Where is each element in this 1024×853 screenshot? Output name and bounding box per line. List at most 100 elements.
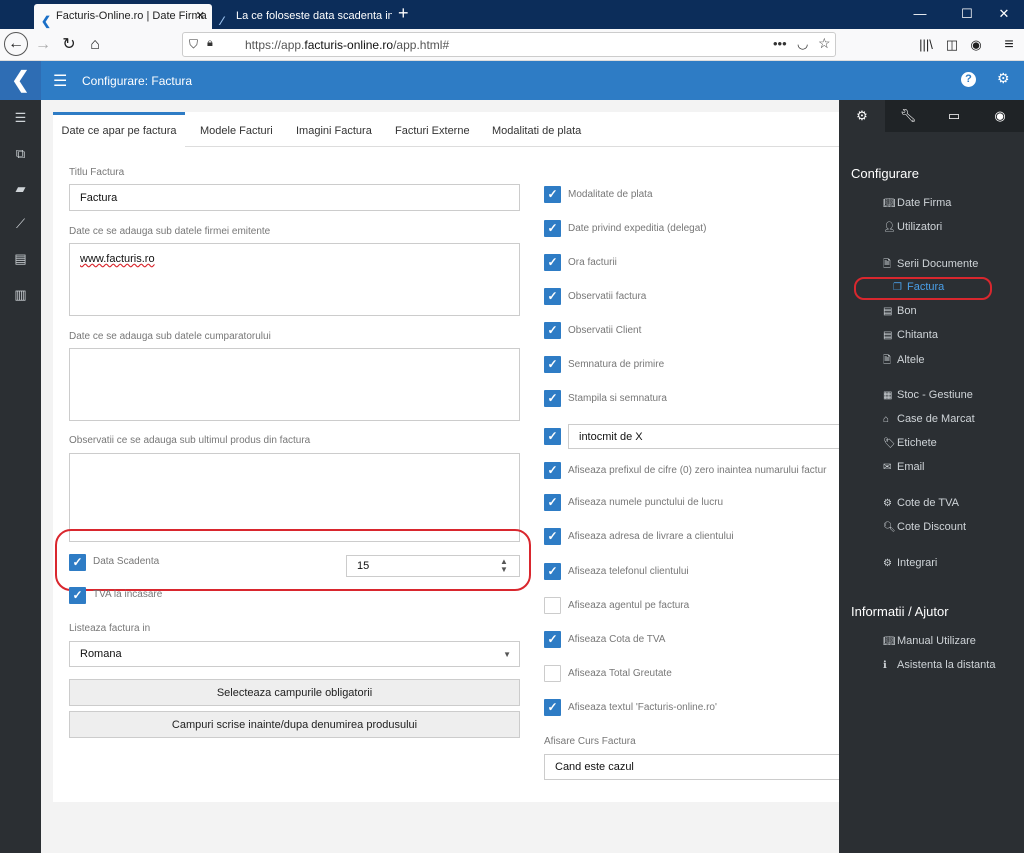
config-menu-item[interactable]: 🏷︎Etichete <box>883 437 937 449</box>
url-bar[interactable]: ⛉ 🔒︎ https://app.facturis-online.ro/app.… <box>182 32 836 57</box>
option-checkbox[interactable]: ✓ <box>544 186 561 203</box>
close-tab-icon[interactable]: ✕ <box>196 4 205 28</box>
titlu-input[interactable]: Factura <box>69 184 520 211</box>
settings-cogs-icon[interactable]: ⚙ <box>997 70 1010 87</box>
selecteaza-campuri-button[interactable]: Selecteaza campurile obligatorii <box>69 679 520 706</box>
option-checkbox[interactable]: ✓ <box>544 390 561 407</box>
config-menu-item[interactable]: ✉︎ Email <box>883 461 925 473</box>
help-menu-label: Manual Utilizare <box>897 635 976 647</box>
config-settings-tab-icon[interactable]: ⚙ <box>839 100 885 132</box>
folder-icon[interactable]: ▰ <box>0 181 41 197</box>
more-actions-icon[interactable]: ••• <box>773 36 787 51</box>
tab-imagini-factura[interactable]: Imagini Factura <box>296 112 372 147</box>
line-chart-icon[interactable]: ⟋ <box>0 216 41 232</box>
config-menu-item[interactable]: ⚙ Cote de TVA <box>883 497 959 509</box>
tab-facturi-externe[interactable]: Facturi Externe <box>395 112 470 147</box>
config-user-tab-icon[interactable]: ◉ <box>977 100 1023 132</box>
menu-icon[interactable]: ≡ <box>997 33 1021 57</box>
option-checkbox[interactable]: ✓ <box>544 563 561 580</box>
config-menu-label: Utilizatori <box>897 221 943 233</box>
option-label: Afiseaza prefixul de cifre (0) zero inai… <box>568 465 827 476</box>
lock-icon[interactable]: 🔒︎ <box>207 37 213 50</box>
user-icon: 👤︎ <box>883 222 896 233</box>
tab-date-factura[interactable]: Date ce apar pe factura <box>53 112 185 147</box>
config-menu-item[interactable]: ▦ Stoc - Gestiune <box>883 389 973 401</box>
tab-modele-facturi[interactable]: Modele Facturi <box>200 112 273 147</box>
option-checkbox[interactable]: ✓ <box>544 528 561 545</box>
option-checkbox[interactable]: ✓ <box>544 462 561 479</box>
config-menu-item[interactable]: 📖︎Date Firma <box>883 197 951 209</box>
config-menu-item[interactable]: ▤ Chitanta <box>883 329 938 341</box>
option-checkbox[interactable]: ✓ <box>544 494 561 511</box>
tab-modalitati-plata[interactable]: Modalitati de plata <box>492 112 581 147</box>
option-checkbox[interactable]: ✓ <box>544 220 561 237</box>
config-menu-item[interactable]: ⌂ Case de Marcat <box>883 413 975 425</box>
option-checkbox[interactable]: ✓ <box>544 428 561 445</box>
option-label: Ora facturii <box>568 257 617 268</box>
option-checkbox[interactable] <box>544 665 561 682</box>
config-menu-item[interactable]: ▤ Bon <box>883 305 917 317</box>
listeaza-label: Listeaza factura in <box>69 623 151 634</box>
option-checkbox[interactable]: ✓ <box>544 631 561 648</box>
config-menu-item[interactable]: 🗎︎ Serii Documente <box>883 257 978 274</box>
option-checkbox[interactable]: ✓ <box>544 356 561 373</box>
help-icon[interactable]: ? <box>961 72 976 87</box>
listeaza-select[interactable]: Romana ▼ <box>69 641 520 667</box>
file-icon[interactable]: ▤ <box>0 251 41 267</box>
hamburger-icon[interactable]: ☰ <box>53 71 67 91</box>
config-menu-label: Email <box>897 461 925 473</box>
tab-title: Facturis-Online.ro | Date Firma <box>56 10 207 22</box>
data-scadenta-checkbox[interactable]: ✓ <box>69 554 86 571</box>
config-menu-item[interactable]: 🗎︎ Altele <box>883 353 925 370</box>
tva-incasare-checkbox[interactable]: ✓ <box>69 587 86 604</box>
help-menu-item[interactable]: 📖︎Manual Utilizare <box>883 635 976 647</box>
config-menu-item[interactable]: 👤︎Utilizatori <box>883 221 942 233</box>
home-icon[interactable]: ⌂ <box>83 33 107 57</box>
option-label: Semnatura de primire <box>568 359 665 370</box>
new-tab-icon[interactable]: + <box>398 3 409 24</box>
facturis-logo-icon[interactable]: ❮ <box>0 61 41 100</box>
config-wrench-tab-icon[interactable]: 🔧︎ <box>885 100 931 132</box>
config-monitor-tab-icon[interactable]: ▭ <box>931 100 977 132</box>
option-label: Afiseaza Total Greutate <box>568 668 672 679</box>
browser-tab[interactable]: ⁄ La ce foloseste data scadenta in <box>214 4 392 29</box>
forward-icon[interactable]: → <box>31 33 55 57</box>
intocmit-input[interactable]: intocmit de X <box>568 424 839 449</box>
config-menu-item[interactable]: ⚙ Integrari <box>883 557 937 569</box>
help-menu-item[interactable]: ℹ︎ Asistenta la distanta <box>883 659 995 671</box>
option-checkbox[interactable]: ✓ <box>544 254 561 271</box>
campuri-produs-button[interactable]: Campuri scrise inainte/dupa denumirea pr… <box>69 711 520 738</box>
bar-chart-icon[interactable]: ▥ <box>0 287 41 303</box>
option-label: Afiseaza telefonul clientului <box>568 566 689 577</box>
bookmark-star-icon[interactable]: ☆ <box>818 35 831 52</box>
firma-textarea[interactable]: www.facturis.ro <box>69 243 520 316</box>
config-menu-item[interactable]: ❐ Factura <box>893 281 944 293</box>
sidebar-toggle-icon[interactable]: ◫ <box>940 33 964 57</box>
library-icon[interactable]: |||\ <box>914 33 938 57</box>
option-checkbox[interactable]: ✓ <box>544 322 561 339</box>
minimize-icon[interactable]: — <box>905 6 935 21</box>
documents-icon[interactable]: ⧉ <box>0 146 41 162</box>
data-scadenta-input[interactable]: 15 <box>346 555 520 577</box>
number-spinner-icon[interactable]: ▲ ▼ <box>500 558 508 574</box>
back-icon[interactable]: ← <box>4 32 28 56</box>
option-checkbox[interactable]: ✓ <box>544 699 561 716</box>
close-window-icon[interactable]: ✕ <box>989 6 1019 22</box>
shield-icon[interactable]: ⛉ <box>189 37 198 52</box>
file-icon: 🗎︎ <box>883 355 892 366</box>
maximize-icon[interactable]: ☐ <box>952 6 982 22</box>
cumparator-textarea[interactable] <box>69 348 520 421</box>
pocket-icon[interactable]: ◡ <box>797 36 808 52</box>
option-checkbox[interactable]: ✓ <box>544 288 561 305</box>
list-icon[interactable]: ☰ <box>0 110 41 126</box>
config-menu-item[interactable]: 🔍︎Cote Discount <box>883 521 966 533</box>
config-menu-label: Serii Documente <box>897 258 979 270</box>
curs-select[interactable]: Cand este cazul <box>544 754 839 780</box>
option-checkbox[interactable] <box>544 597 561 614</box>
browser-tab-active[interactable]: ❮ Facturis-Online.ro | Date Firma ✕ <box>34 4 212 29</box>
config-menu-label: Cote de TVA <box>897 497 959 509</box>
url-text[interactable]: https://app.facturis-online.ro/app.html# <box>245 38 449 52</box>
config-menu-label: Date Firma <box>897 197 952 209</box>
account-icon[interactable]: ◉ <box>964 33 988 57</box>
reload-icon[interactable]: ↻ <box>57 33 81 57</box>
